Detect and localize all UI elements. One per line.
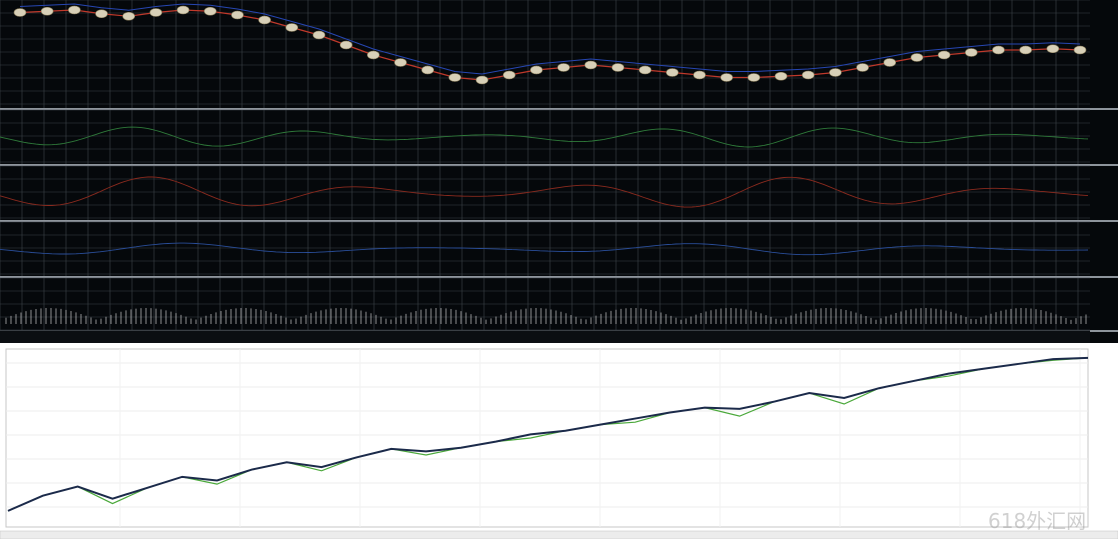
candle bbox=[394, 58, 407, 67]
candle bbox=[421, 65, 434, 75]
price-chart-window bbox=[0, 0, 1118, 343]
candle bbox=[638, 65, 652, 75]
pane-1 bbox=[0, 109, 1118, 166]
indicator-1 bbox=[0, 126, 1089, 148]
candle bbox=[95, 9, 108, 19]
candle bbox=[312, 30, 326, 40]
candle bbox=[557, 63, 570, 72]
candle bbox=[149, 8, 163, 17]
candle bbox=[883, 58, 897, 67]
candle bbox=[1073, 45, 1087, 55]
candle bbox=[1019, 45, 1032, 55]
candle bbox=[584, 60, 598, 70]
candle bbox=[801, 70, 815, 80]
candle bbox=[502, 70, 516, 80]
candle bbox=[937, 50, 951, 60]
candle bbox=[1046, 44, 1060, 54]
pane-3 bbox=[0, 221, 1118, 278]
candle bbox=[611, 63, 625, 72]
indicator-3-line bbox=[0, 242, 1089, 256]
candle bbox=[530, 65, 543, 75]
candle bbox=[856, 63, 869, 72]
candle bbox=[339, 40, 353, 50]
price-chart-canvas[interactable] bbox=[0, 0, 1118, 343]
candle bbox=[774, 71, 788, 81]
candle bbox=[475, 75, 489, 85]
candle bbox=[666, 68, 679, 77]
candle bbox=[720, 73, 733, 82]
graph-frame bbox=[5, 348, 1089, 528]
candle bbox=[910, 53, 924, 62]
watermark-text: 618外汇网 bbox=[988, 509, 1087, 533]
time-axis bbox=[0, 330, 1090, 343]
candle bbox=[40, 6, 54, 16]
candle bbox=[285, 23, 299, 32]
candle bbox=[231, 10, 244, 20]
indicator-3 bbox=[0, 242, 1089, 256]
candle bbox=[747, 73, 761, 82]
candle bbox=[829, 68, 842, 77]
candle bbox=[693, 70, 706, 80]
strategy-tester-graph bbox=[0, 343, 1118, 539]
candle bbox=[68, 5, 81, 15]
candle bbox=[258, 15, 271, 25]
pane-4 bbox=[0, 277, 1118, 332]
tab-strip bbox=[0, 530, 1118, 539]
candle bbox=[13, 8, 27, 17]
candle bbox=[367, 50, 380, 60]
price-scale-column bbox=[1090, 0, 1118, 343]
candle bbox=[203, 6, 217, 16]
candle bbox=[992, 45, 1005, 55]
candle bbox=[176, 5, 190, 15]
candle bbox=[122, 11, 136, 21]
screenshot-root: 618外汇网 bbox=[0, 0, 1118, 539]
candle bbox=[448, 73, 462, 82]
candle bbox=[964, 48, 978, 57]
indicator-1-line bbox=[0, 126, 1089, 148]
balance-graph-canvas[interactable] bbox=[0, 343, 1118, 539]
